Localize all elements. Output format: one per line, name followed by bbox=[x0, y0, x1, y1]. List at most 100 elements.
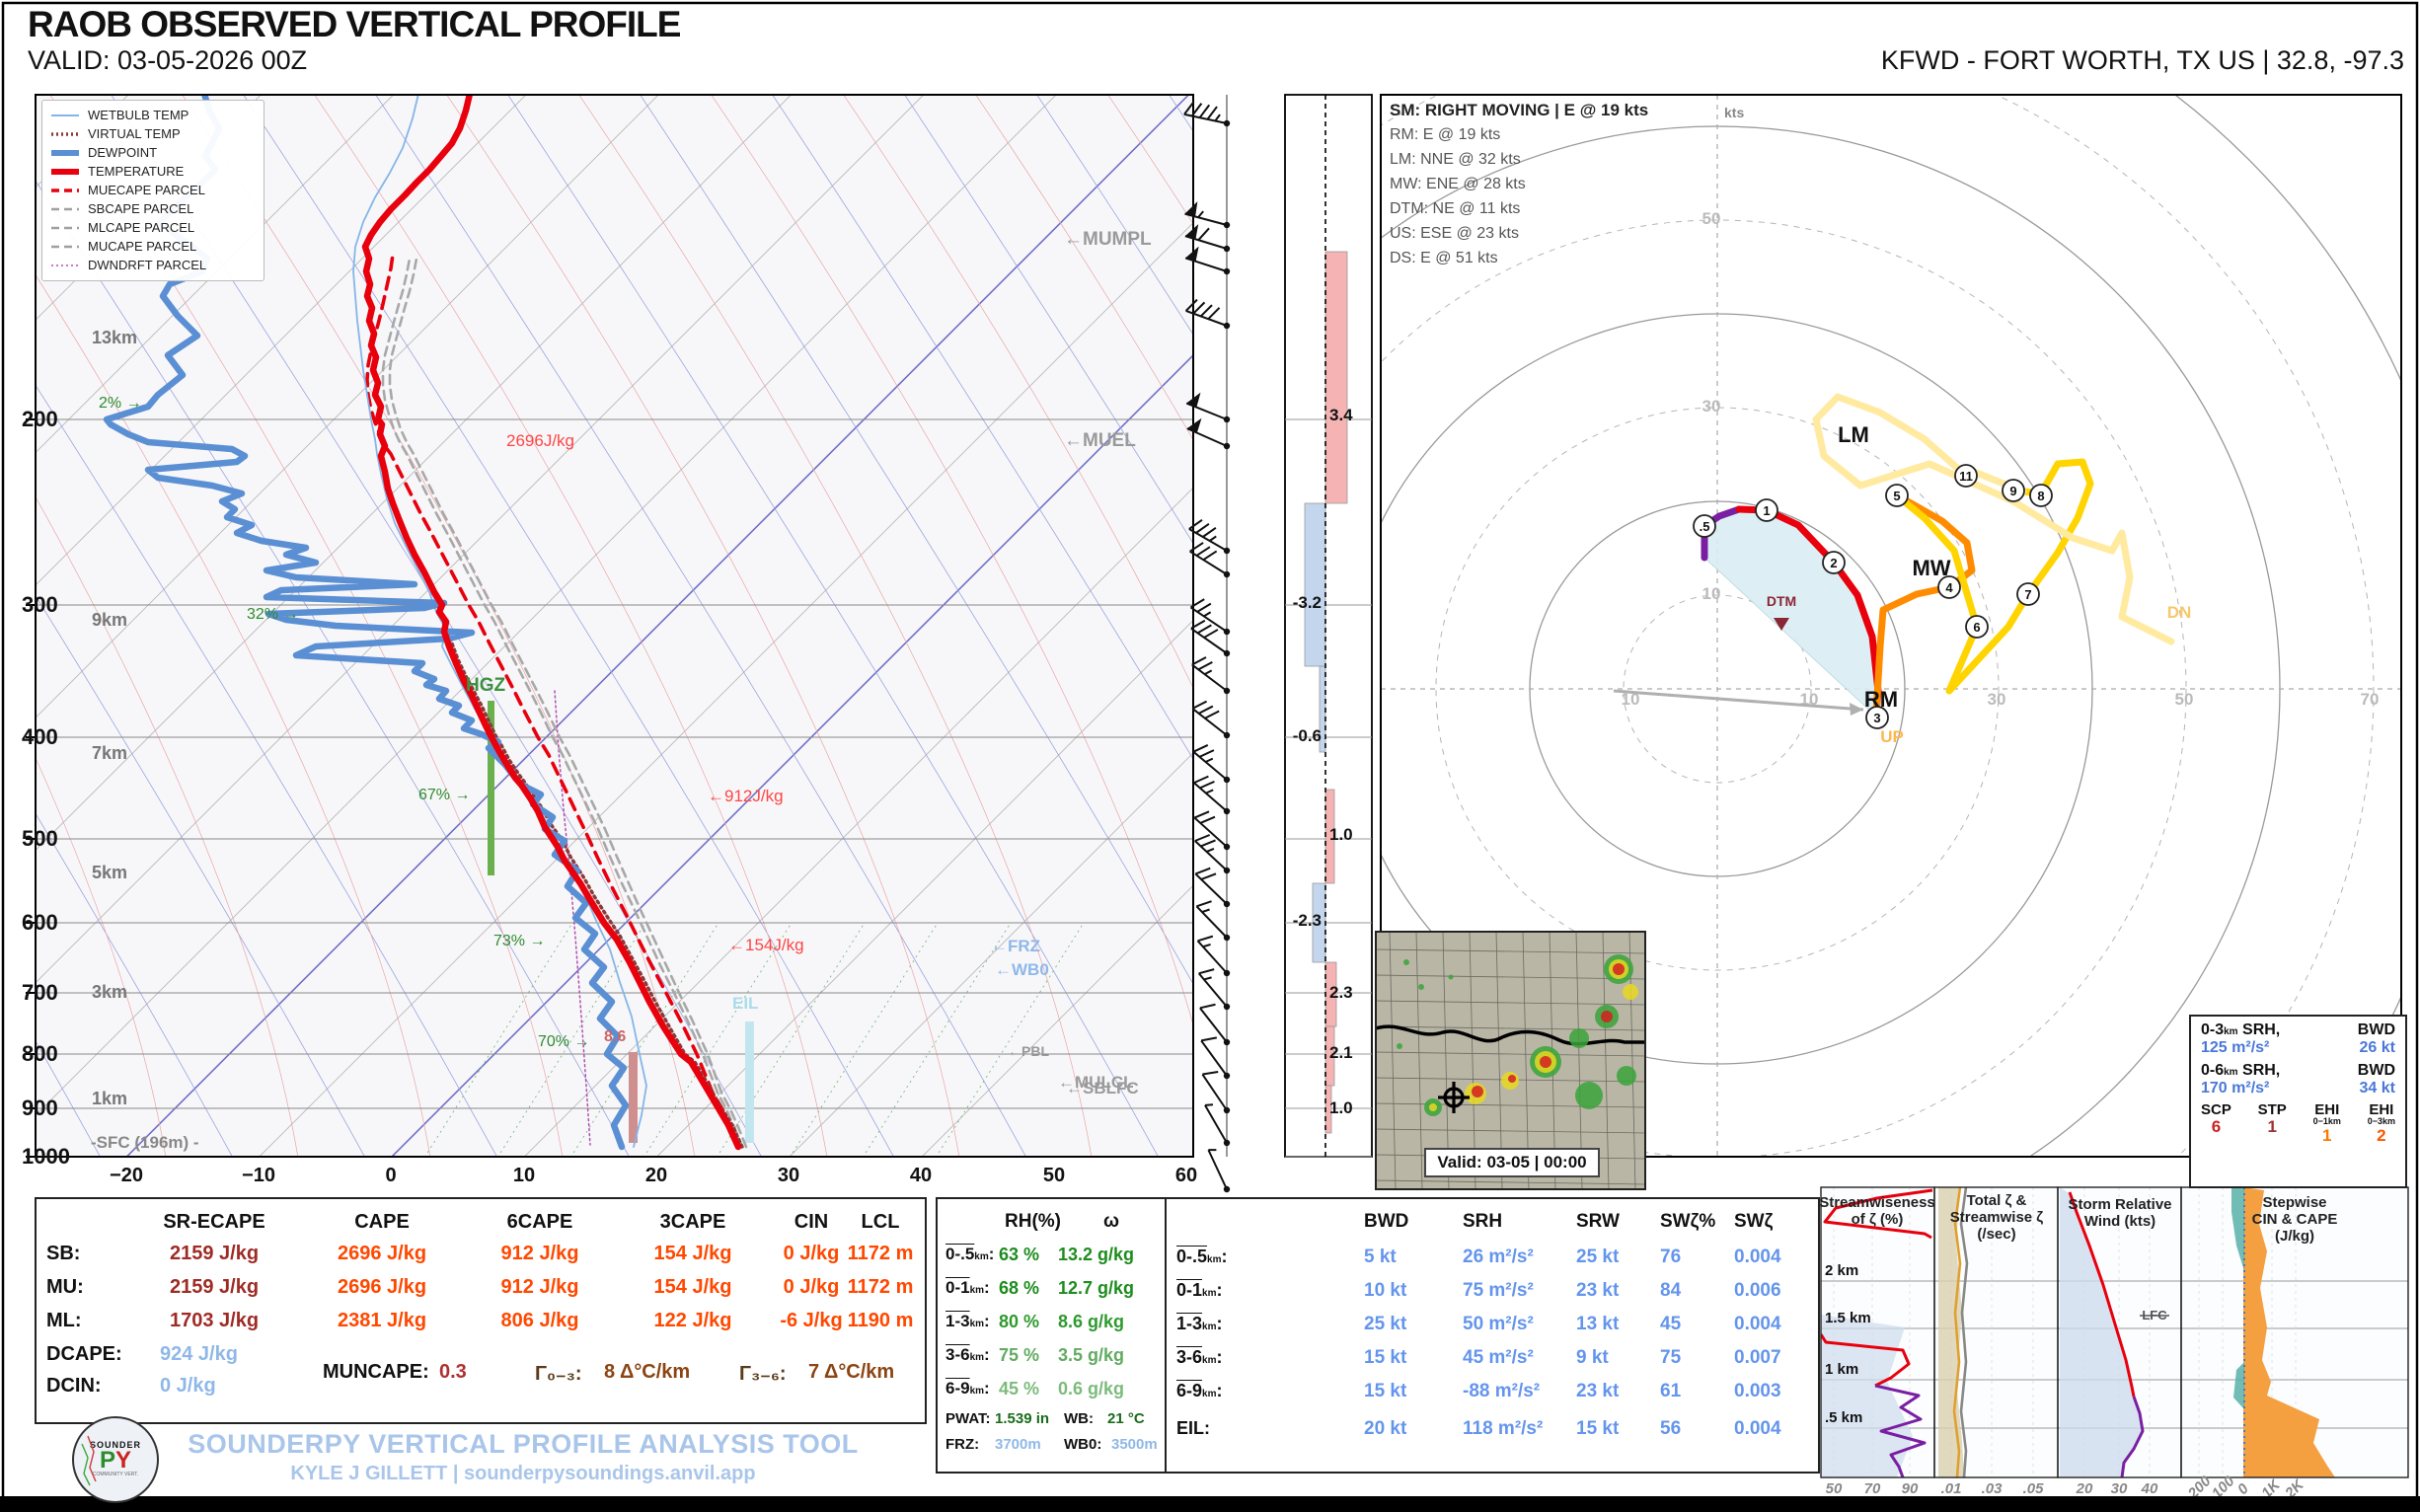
bwd-value: 26 kt bbox=[2359, 1039, 2395, 1056]
shear-col-header: SRW bbox=[1576, 1211, 1620, 1232]
param-name: STP bbox=[2257, 1101, 2287, 1118]
legend-row: MLCAPE PARCEL bbox=[50, 218, 256, 237]
shear-value: 9 kt bbox=[1576, 1347, 1609, 1368]
skewt-annotation: 2696J/kg bbox=[506, 431, 574, 450]
dcin-label: DCIN: bbox=[46, 1375, 102, 1397]
storm-motion-line: DS: E @ 51 kts bbox=[1390, 250, 1498, 266]
thermo-row-label: MU: bbox=[46, 1276, 84, 1298]
pressure-tick-label: 600 bbox=[22, 910, 58, 935]
hodograph-unit-label: kts bbox=[1724, 105, 1745, 120]
legend-entry-label: DEWPOINT bbox=[88, 145, 158, 160]
shear-value: 0.003 bbox=[1734, 1381, 1781, 1401]
omega-value: 0.6 g/kg bbox=[1058, 1379, 1125, 1399]
param-name: SCP bbox=[2201, 1101, 2231, 1118]
rh-value: 63 % bbox=[999, 1245, 1040, 1264]
legend-line-sample-icon bbox=[51, 131, 79, 136]
mini-axis-tick: 90 bbox=[1902, 1480, 1919, 1497]
lapse-0-3-value: 8 Δ°C/km bbox=[604, 1361, 691, 1383]
dcape-label: DCAPE: bbox=[46, 1343, 122, 1365]
strip-bar-value: 3.4 bbox=[1329, 406, 1353, 424]
shear-value: 0.004 bbox=[1734, 1314, 1781, 1334]
hodograph-label: DTM bbox=[1767, 593, 1796, 609]
infobox-header-row: 0-3km SRH, BWD bbox=[2191, 1021, 2405, 1039]
legend-line-sample-icon bbox=[51, 149, 79, 156]
infobox-header-right: BWD bbox=[2357, 1021, 2395, 1038]
temp-axis-tick-label: −10 bbox=[242, 1165, 275, 1186]
lapse-3-6-value: 7 Δ°C/km bbox=[808, 1361, 895, 1383]
rh-row-label: 6-9km: bbox=[945, 1379, 990, 1398]
svg-text:11: 11 bbox=[1959, 469, 1973, 484]
wind-barb bbox=[1192, 744, 1231, 784]
mini-axis-tick: 70 bbox=[1864, 1480, 1881, 1497]
param-value: 1 bbox=[2267, 1117, 2277, 1136]
thermo-row-label: ML: bbox=[46, 1310, 82, 1331]
temp-axis-tick-label: 40 bbox=[910, 1165, 932, 1186]
pressure-tick-label: 900 bbox=[22, 1096, 58, 1120]
svg-text:7: 7 bbox=[2024, 587, 2031, 602]
shear-value: 76 bbox=[1660, 1247, 1682, 1267]
thermo-value: 1172 m bbox=[847, 1243, 914, 1264]
legend-entry-label: MUCAPE PARCEL bbox=[88, 239, 197, 254]
lapse-0-3-label: Γ₀₋₃: bbox=[535, 1363, 582, 1385]
skewt-annotation: 67% → bbox=[418, 787, 470, 803]
hodograph-km-marker: 3 bbox=[1865, 706, 1889, 729]
hodograph-label: UP bbox=[1880, 727, 1904, 746]
legend-line-sample-icon bbox=[51, 226, 79, 229]
hodograph-km-marker: 5 bbox=[1885, 484, 1909, 507]
svg-text:3: 3 bbox=[1873, 711, 1880, 725]
mini-axis-tick: .05 bbox=[2023, 1480, 2045, 1497]
mini-axis-tick: 50 bbox=[1826, 1480, 1843, 1497]
thermo-value: 2159 J/kg bbox=[169, 1276, 260, 1298]
infobox-header-left: 0-3km SRH, bbox=[2201, 1021, 2281, 1038]
thermo-value: 806 J/kg bbox=[500, 1310, 579, 1331]
storm-motion-block: SM: RIGHT MOVING | E @ 19 kts RM: E @ 19 … bbox=[1390, 98, 1648, 270]
param-value: 2 bbox=[2377, 1126, 2386, 1145]
thermo-col-header: 3CAPE bbox=[659, 1211, 726, 1233]
legend-row: VIRTUAL TEMP bbox=[50, 124, 256, 143]
svg-text:2: 2 bbox=[1830, 556, 1837, 570]
frz-label: FRZ: bbox=[945, 1436, 980, 1453]
srh-bwd-info-box: 0-3km SRH, BWD 125 m²/s² 26 kt 0-6km SRH, BWD… bbox=[2189, 1015, 2407, 1188]
legend-line-sample-icon bbox=[51, 245, 79, 248]
legend-line-sample-icon bbox=[51, 113, 79, 116]
shear-value: 25 kt bbox=[1576, 1247, 1620, 1267]
param-sub: 0−1km bbox=[2312, 1116, 2341, 1126]
wb-value: 21 °C bbox=[1107, 1410, 1145, 1427]
shear-value: 23 kt bbox=[1576, 1280, 1620, 1301]
height-agl-label: 13km bbox=[92, 328, 137, 347]
param-value: 6 bbox=[2211, 1117, 2222, 1136]
thermo-value: 2696 J/kg bbox=[337, 1276, 427, 1298]
strip-bar-value: 1.0 bbox=[1329, 1098, 1353, 1117]
legend-line-sample-icon bbox=[51, 207, 79, 210]
thermo-value: -6 J/kg bbox=[780, 1310, 843, 1331]
shear-value: 13 kt bbox=[1576, 1314, 1620, 1334]
legend-row: MUECAPE PARCEL bbox=[50, 181, 256, 199]
hodograph-ring-label: 30 bbox=[1988, 690, 2006, 709]
shear-col-header: BWD bbox=[1364, 1211, 1409, 1232]
shear-value: 75 m²/s² bbox=[1463, 1280, 1534, 1301]
shear-value: 84 bbox=[1660, 1280, 1682, 1301]
wb-label: WB: bbox=[1064, 1410, 1094, 1427]
hodograph-km-marker: 7 bbox=[2016, 582, 2040, 606]
hodograph-km-marker: 6 bbox=[1965, 615, 1989, 639]
svg-text:.5: .5 bbox=[1700, 519, 1710, 534]
skewt-annotation: 81°F bbox=[727, 1167, 763, 1185]
legend-row: DEWPOINT bbox=[50, 143, 256, 162]
legend-row: TEMPERATURE bbox=[50, 162, 256, 181]
height-agl-label: 7km bbox=[92, 743, 127, 763]
srh-value: 125 m²/s² bbox=[2201, 1039, 2270, 1056]
composite-param: EHI 0−3km 2 bbox=[2368, 1102, 2395, 1146]
shear-value: 23 kt bbox=[1576, 1381, 1620, 1401]
thermo-value: 0 J/kg bbox=[783, 1276, 840, 1298]
mini-height-label: 1.5 km bbox=[1825, 1310, 1871, 1326]
hodograph-label: LM bbox=[1838, 422, 1869, 447]
strip-bar-value: -2.3 bbox=[1293, 911, 1322, 930]
param-name: EHI bbox=[2314, 1101, 2340, 1118]
frz-value: 3700m bbox=[995, 1436, 1041, 1453]
pressure-tick-label: 300 bbox=[22, 592, 58, 617]
pwat-label: PWAT: bbox=[945, 1410, 991, 1427]
rh-value: 45 % bbox=[999, 1379, 1040, 1399]
hodograph-km-marker: .5 bbox=[1693, 514, 1716, 538]
dgz-bar bbox=[629, 1052, 638, 1143]
svg-text:1: 1 bbox=[1763, 503, 1770, 518]
